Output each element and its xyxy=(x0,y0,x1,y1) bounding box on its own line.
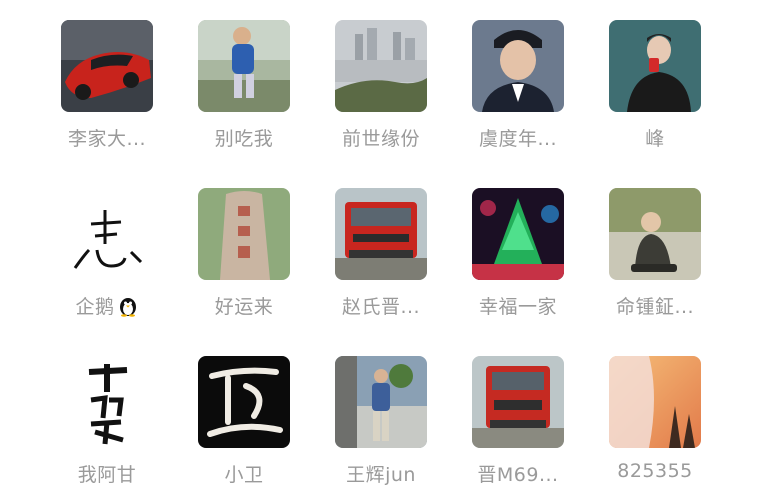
avatar-red-sports-car[interactable] xyxy=(61,20,153,112)
penguin-icon xyxy=(119,298,136,317)
contact-name-text: 企鹅 xyxy=(75,296,115,318)
avatar-black-calligraphy[interactable] xyxy=(61,356,153,448)
avatar-man-standing[interactable] xyxy=(335,356,427,448)
avatar-man-with-phone[interactable] xyxy=(609,20,701,112)
contact-grid: 李家大... 别吃我 前世缘份 虞度年... 峰 企鹅 好运来 赵氏晋... 幸… xyxy=(0,0,763,500)
contact-name: 小卫 xyxy=(224,464,264,486)
contact-name: 峰 xyxy=(645,128,665,150)
contact-name: 虞度年... xyxy=(478,128,558,150)
contact-name: 企鹅 xyxy=(47,292,167,319)
contact-name: 前世缘份 xyxy=(341,128,420,150)
avatar-red-truck[interactable] xyxy=(335,188,427,280)
contact-name: 我阿甘 xyxy=(77,464,137,486)
contact-name: 赵氏晋... xyxy=(341,296,421,318)
contact-name: 好运来 xyxy=(214,296,274,318)
avatar-stone-tablet[interactable] xyxy=(198,188,290,280)
avatar-calligraphy-sketch[interactable] xyxy=(61,188,153,280)
contact-name: 别吃我 xyxy=(214,128,274,150)
avatar-sunset-person[interactable] xyxy=(609,356,701,448)
avatar-man-in-suit[interactable] xyxy=(472,20,564,112)
avatar-red-truck-front[interactable] xyxy=(472,356,564,448)
avatar-green-light-tower[interactable] xyxy=(472,188,564,280)
contact-name: 晋M69... xyxy=(477,464,559,486)
contact-name: 王辉jun xyxy=(346,464,416,486)
avatar-child-sitting[interactable] xyxy=(609,188,701,280)
contact-name: 李家大... xyxy=(67,128,147,150)
avatar-city-river[interactable] xyxy=(335,20,427,112)
contact-name: 命锺鉦... xyxy=(615,296,695,318)
avatar-child-outdoor[interactable] xyxy=(198,20,290,112)
contact-name: 幸福一家 xyxy=(478,296,557,318)
avatar-white-calligraphy-on-black[interactable] xyxy=(198,356,290,448)
contact-name: 825355 xyxy=(617,460,693,482)
